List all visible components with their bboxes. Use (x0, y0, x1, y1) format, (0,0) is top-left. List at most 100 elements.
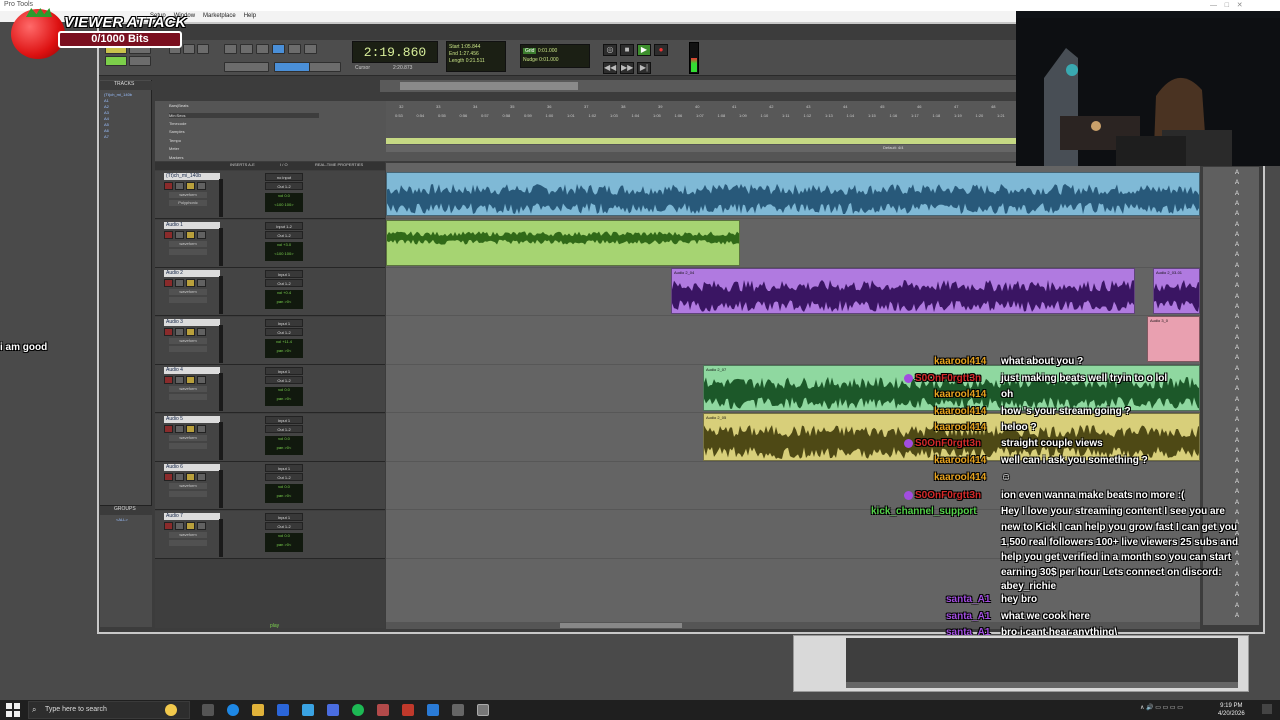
track-automation-selector[interactable] (169, 345, 207, 352)
track-header-row[interactable]: Audio 6 waveform Input 1 Out 1-2 vol 0.0 pan … (155, 462, 385, 510)
record-enable-button[interactable] (164, 182, 173, 190)
record-enable-button[interactable] (164, 424, 173, 433)
track-name[interactable]: Audio 7 (164, 512, 220, 520)
track-output[interactable]: Out 1-2 (265, 279, 303, 287)
overview-window[interactable] (400, 82, 578, 90)
track-name[interactable]: Audio 2 (164, 270, 220, 277)
track-output[interactable]: Out 1-2 (265, 327, 303, 336)
mute-button[interactable] (197, 182, 206, 190)
record-enable-button[interactable] (164, 327, 173, 336)
pro-tools-taskbar-icon[interactable] (477, 704, 489, 716)
selector-tool-icon[interactable] (256, 44, 269, 54)
clip-track3[interactable]: Audio 2_04 (671, 268, 1135, 314)
chat-username[interactable]: kaarool414 (934, 421, 986, 434)
solo-button[interactable] (186, 230, 195, 239)
track-header-row[interactable]: Audio 7 waveform Input 1 Out 1-2 vol 0.0 pan … (155, 510, 385, 559)
track-pan[interactable]: pan >0< (265, 347, 303, 358)
chat-username[interactable]: kaarool414 (934, 388, 986, 401)
go-to-end-button[interactable]: ▶| (637, 62, 651, 74)
file-explorer-icon[interactable] (252, 704, 264, 716)
tempo-ruler-bar[interactable] (386, 138, 1016, 144)
track-name[interactable]: Audio 1 (164, 221, 220, 229)
tab-to-transient-button[interactable] (309, 62, 341, 72)
groups-panel-header[interactable]: GROUPS (100, 506, 152, 515)
solo-button[interactable] (186, 473, 195, 481)
track-pan[interactable]: <100 100> (265, 250, 303, 261)
chat-username[interactable]: santa_A1 (946, 593, 990, 606)
clip-track3-b[interactable]: Audio 2_03-01 (1153, 268, 1200, 314)
window-controls[interactable]: — □ ✕ (1210, 1, 1243, 9)
chat-username[interactable]: kaarool414 (934, 355, 986, 368)
slip-mode-button[interactable] (105, 56, 127, 66)
clip-track2[interactable] (386, 220, 740, 266)
tracks-panel-header[interactable]: TRACKS (100, 81, 152, 90)
input-monitor-button[interactable] (175, 424, 184, 433)
chat-username[interactable]: kick_channel_support (871, 505, 977, 518)
track-list-item[interactable]: (Tt)ch_mi_140b (104, 92, 144, 97)
track-list-item[interactable]: A2 (104, 104, 144, 109)
track-view-selector[interactable]: waveform (169, 483, 207, 489)
meter-ruler-bar[interactable] (386, 145, 1016, 152)
input-monitor-button[interactable] (175, 521, 184, 530)
track-view-selector[interactable]: waveform (169, 289, 207, 295)
groups-all-item[interactable]: <ALL> (116, 517, 128, 522)
track-pan[interactable]: <100 100> (265, 202, 303, 212)
zoom-preset-button[interactable] (197, 44, 209, 54)
app-icon-1[interactable] (327, 704, 339, 716)
track-view-selector[interactable]: waveform (169, 531, 207, 538)
outlook-icon[interactable] (277, 704, 289, 716)
track-pan[interactable]: pan >0< (265, 493, 303, 503)
track-input[interactable]: Input 1 (265, 464, 303, 472)
menu-marketplace[interactable]: Marketplace (203, 13, 236, 22)
track-list-item[interactable]: A4 (104, 116, 144, 121)
main-counter[interactable]: 2:19.860 (352, 41, 438, 63)
track-name[interactable]: Audio 5 (164, 415, 220, 423)
link-options-row[interactable] (274, 62, 314, 72)
track-name[interactable]: Audio 6 (164, 464, 220, 471)
track-view-selector[interactable]: waveform (169, 192, 207, 198)
solo-button[interactable] (186, 424, 195, 433)
solo-button[interactable] (186, 279, 195, 287)
menu-help[interactable]: Help (244, 13, 256, 22)
record-button[interactable]: ● (654, 44, 668, 56)
track-view-selector[interactable]: waveform (169, 434, 207, 441)
track-header-row[interactable]: Audio 5 waveform Input 1 Out 1-2 vol 0.0 pan … (155, 413, 385, 462)
mute-button[interactable] (197, 327, 206, 336)
app-icon-2[interactable] (377, 704, 389, 716)
record-enable-button[interactable] (164, 473, 173, 481)
track-automation-selector[interactable] (169, 297, 207, 303)
chat-username[interactable]: S0OnF0rgtt3n (915, 437, 981, 450)
notification-icon[interactable] (1262, 704, 1272, 714)
track-automation-selector[interactable] (169, 248, 207, 255)
app-icon-3[interactable] (402, 704, 414, 716)
track-header-row[interactable]: Audio 3 waveform Input 1 Out 1-2 vol +11.4 pa… (155, 316, 385, 365)
mute-button[interactable] (197, 424, 206, 433)
track-view-selector[interactable]: waveform (169, 386, 207, 392)
track-list-item[interactable]: A5 (104, 122, 144, 127)
mute-button[interactable] (197, 376, 206, 384)
track-header-row[interactable]: Audio 1 waveform Input 1-2 Out 1-2 vol +3.0 <… (155, 219, 385, 268)
spotify-icon[interactable] (352, 704, 364, 716)
chat-username[interactable]: santa_A1 (946, 610, 990, 623)
windows-start-icon[interactable] (6, 703, 20, 717)
zoomer-tool-icon[interactable] (224, 44, 237, 54)
track-input[interactable]: Input 1 (265, 512, 303, 521)
track-view-selector[interactable]: waveform (169, 240, 207, 247)
secondary-window-scrollbar[interactable] (846, 682, 1238, 688)
telegram-icon[interactable] (302, 704, 314, 716)
track-input[interactable]: Input 1 (265, 367, 303, 375)
track-output[interactable]: Out 1-2 (265, 230, 303, 239)
scrubber-tool-icon[interactable] (288, 44, 301, 54)
mute-button[interactable] (197, 279, 206, 287)
track-name[interactable]: (Tt)ch_mi_140b (164, 173, 220, 180)
record-enable-button[interactable] (164, 279, 173, 287)
track-input[interactable]: Input 1 (265, 318, 303, 327)
task-view-icon[interactable] (202, 704, 214, 716)
chat-username[interactable]: kaarool414 (934, 405, 986, 418)
edge-icon[interactable] (227, 704, 239, 716)
fast-forward-button[interactable]: ▶▶ (620, 62, 634, 74)
chat-username[interactable]: S0OnF0rgtt3n (915, 372, 981, 385)
taskbar-clock[interactable]: 9:19 PM 4/20/2026 (1218, 702, 1245, 718)
nudge-value[interactable]: 0:01.000 (539, 57, 558, 63)
mute-button[interactable] (197, 230, 206, 239)
